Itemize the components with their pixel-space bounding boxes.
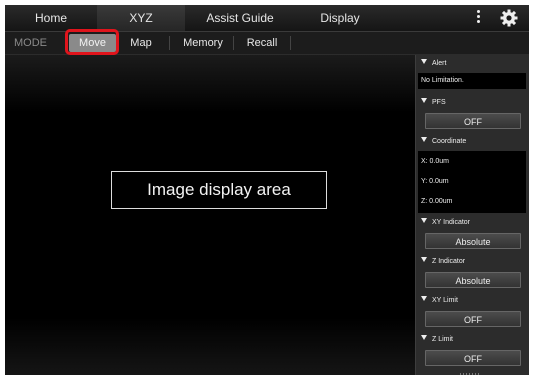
triangle-down-icon (421, 98, 427, 103)
coordinate-box: X: 0.0um Y: 0.0um Z: 0.00um (418, 151, 526, 213)
coordinate-z: Z: 0.00um (421, 198, 453, 205)
top-navigation: Home XYZ Assist Guide Display (5, 5, 529, 32)
alert-text: No Limitation. (421, 77, 464, 84)
section-title: XY Limit (432, 297, 458, 304)
section-title: Alert (432, 60, 447, 67)
selection-highlight (65, 29, 119, 55)
triangle-down-icon (421, 59, 427, 64)
mode-recall-button[interactable]: Recall (237, 34, 287, 52)
xy-indicator-button[interactable]: Absolute (425, 233, 521, 249)
z-indicator-button[interactable]: Absolute (425, 272, 521, 288)
pfs-section-header[interactable]: PFS (418, 96, 526, 110)
pfs-toggle-button[interactable]: OFF (425, 113, 521, 129)
tab-xyz[interactable]: XYZ (97, 5, 185, 31)
triangle-down-icon (421, 296, 427, 301)
tab-assist-guide[interactable]: Assist Guide (185, 5, 295, 31)
triangle-down-icon (421, 137, 427, 142)
gear-icon[interactable] (499, 8, 519, 28)
tab-display[interactable]: Display (295, 5, 385, 31)
mode-memory-button[interactable]: Memory (175, 34, 231, 52)
xy-limit-button[interactable]: OFF (425, 311, 521, 327)
coordinate-x: X: 0.0um (421, 158, 450, 165)
divider (233, 36, 234, 50)
more-vertical-icon[interactable] (475, 9, 481, 27)
section-title: XY Indicator (432, 219, 471, 226)
image-display-area[interactable]: Image display area (5, 55, 415, 375)
coordinate-section-header[interactable]: Coordinate (418, 135, 526, 149)
divider (169, 36, 170, 50)
scroll-grip[interactable] (460, 373, 480, 375)
alert-section-header[interactable]: Alert (418, 57, 526, 71)
section-title: Coordinate (432, 138, 467, 145)
image-area-label: Image display area (111, 171, 327, 209)
divider (290, 36, 291, 50)
z-limit-button[interactable]: OFF (425, 350, 521, 366)
section-title: Z Limit (432, 336, 453, 343)
mode-label: MODE (14, 37, 47, 49)
section-title: Z Indicator (432, 258, 466, 265)
z-indicator-section-header[interactable]: Z Indicator (418, 255, 526, 269)
alert-box: No Limitation. (418, 73, 526, 89)
xy-indicator-section-header[interactable]: XY Indicator (418, 216, 526, 230)
coordinate-y: Y: 0.0um (421, 178, 449, 185)
mode-map-button[interactable]: Map (121, 34, 161, 52)
xy-limit-section-header[interactable]: XY Limit (418, 294, 526, 308)
tab-home[interactable]: Home (5, 5, 97, 31)
triangle-down-icon (421, 257, 427, 262)
z-limit-section-header[interactable]: Z Limit (418, 333, 526, 347)
app-window: Home XYZ Assist Guide Display MODE Move … (5, 5, 529, 375)
section-title: PFS (432, 99, 446, 106)
control-panel: Alert No Limitation. PFS OFF Coordinate … (415, 55, 529, 375)
triangle-down-icon (421, 335, 427, 340)
triangle-down-icon (421, 218, 427, 223)
